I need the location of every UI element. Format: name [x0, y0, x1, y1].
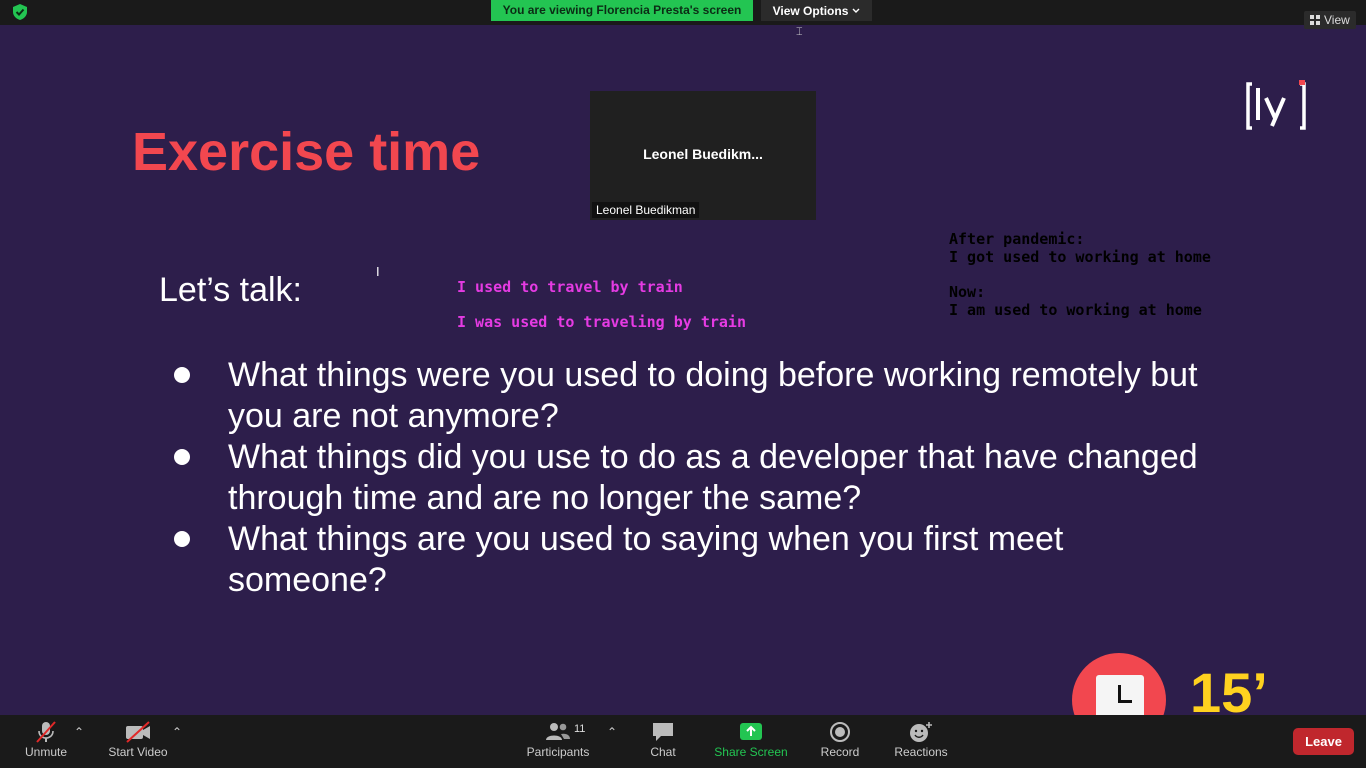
top-bar: You are viewing Florencia Presta's scree…	[0, 0, 1366, 29]
view-button-label: View	[1324, 13, 1350, 27]
leave-button[interactable]: Leave	[1293, 728, 1354, 755]
chat-bubble-icon	[653, 723, 673, 741]
shield-check-icon[interactable]	[11, 3, 29, 21]
bullet-dot	[174, 531, 190, 547]
video-camera-muted-icon	[126, 721, 150, 743]
share-screen-icon	[740, 723, 762, 740]
bullet-dot	[174, 367, 190, 383]
participants-label: Participants	[526, 745, 590, 759]
brand-logo	[1246, 80, 1306, 130]
share-screen-label: Share Screen	[714, 745, 788, 759]
bullet-dot	[174, 449, 190, 465]
video-display-name: Leonel Buedikm...	[643, 146, 763, 162]
grid-icon	[1310, 15, 1320, 25]
note-now-label: Now:	[949, 283, 986, 301]
text-cursor-icon: I	[376, 264, 380, 279]
unmute-button[interactable]: Unmute	[22, 715, 70, 768]
question-list: What things were you used to doing befor…	[170, 355, 1230, 601]
meeting-toolbar: Unmute ⌃ Start Video ⌃ Participants 11 ⌃…	[0, 715, 1366, 768]
slide-title: Exercise time	[132, 122, 481, 182]
audio-options-caret[interactable]: ⌃	[74, 725, 84, 739]
list-item: What things were you used to doing befor…	[170, 355, 1230, 437]
video-options-caret[interactable]: ⌃	[172, 725, 182, 739]
record-button[interactable]: Record	[820, 715, 860, 768]
participants-icon	[546, 723, 570, 740]
timer-minutes: 15’	[1190, 661, 1268, 724]
list-item: What things are you used to saying when …	[170, 519, 1230, 601]
reactions-button[interactable]: Reactions	[893, 715, 949, 768]
mouse-cursor-icon: ⌶	[796, 26, 803, 38]
start-video-label: Start Video	[108, 745, 168, 759]
list-item: What things did you use to do as a devel…	[170, 437, 1230, 519]
note-after-pandemic-line: I got used to working at home	[949, 248, 1211, 266]
participant-count-badge: 11	[574, 723, 586, 735]
reactions-label: Reactions	[894, 745, 948, 759]
question-text: What things are you used to saying when …	[228, 520, 1064, 599]
view-options-label: View Options	[772, 3, 849, 18]
view-button[interactable]: View	[1304, 11, 1356, 29]
share-screen-button[interactable]: Share Screen	[714, 715, 788, 768]
participants-options-caret[interactable]: ⌃	[607, 725, 617, 739]
participant-video-tile[interactable]: Leonel Buedikm... Leonel Buedikman	[590, 91, 816, 220]
pink-note-1: I used to travel by train	[457, 278, 683, 296]
chevron-down-icon	[852, 8, 860, 13]
view-options-button[interactable]: View Options	[761, 0, 872, 21]
record-label: Record	[820, 745, 860, 759]
note-after-pandemic-label: After pandemic:	[949, 230, 1085, 248]
smiley-plus-icon	[910, 722, 932, 742]
note-now-line: I am used to working at home	[949, 301, 1202, 319]
chat-label: Chat	[650, 745, 676, 759]
lets-talk-heading: Let’s talk:	[159, 271, 303, 309]
record-icon	[830, 722, 850, 742]
question-text: What things were you used to doing befor…	[228, 356, 1198, 435]
microphone-muted-icon	[36, 721, 56, 743]
viewing-screen-banner: You are viewing Florencia Presta's scree…	[491, 0, 753, 21]
video-name-label: Leonel Buedikman	[592, 202, 700, 218]
unmute-label: Unmute	[24, 745, 68, 759]
chat-button[interactable]: Chat	[643, 715, 683, 768]
pink-note-2: I was used to traveling by train	[457, 313, 746, 331]
start-video-button[interactable]: Start Video	[106, 715, 170, 768]
question-text: What things did you use to do as a devel…	[228, 438, 1198, 517]
